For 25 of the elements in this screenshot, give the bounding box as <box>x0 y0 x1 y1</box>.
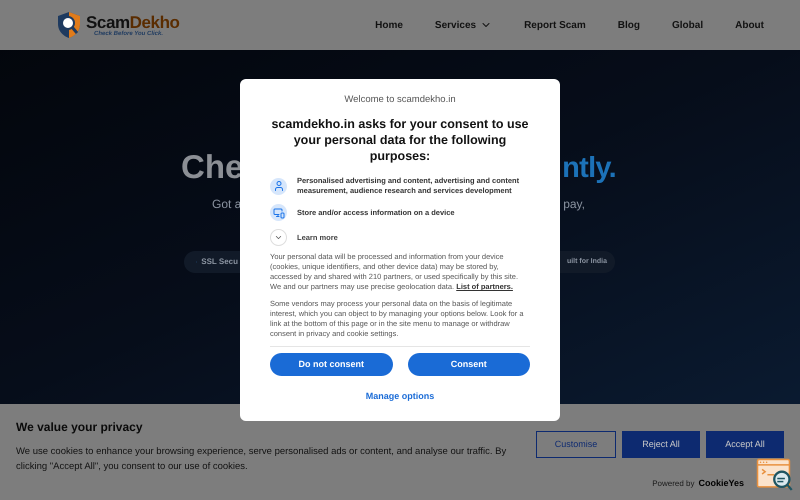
nav-link[interactable]: Report Scam <box>524 18 586 32</box>
badge-text: SSL Secu <box>201 256 238 268</box>
nav-link[interactable]: About <box>735 18 764 32</box>
cookieyes-logo: CookieYes <box>698 477 744 490</box>
nav-link[interactable]: Home <box>375 18 403 32</box>
nav-link[interactable]: Services <box>434 18 492 32</box>
cookie-button[interactable]: Accept All <box>706 431 784 458</box>
powered-by-text: Powered by <box>652 478 694 490</box>
browser-search-widget-icon[interactable] <box>756 458 794 493</box>
nav-link[interactable]: Blog <box>618 18 640 32</box>
nav-link[interactable]: Global <box>672 18 704 32</box>
consent-button[interactable]: Do not consent <box>270 353 392 376</box>
banner-text: We use cookies to enhance your browsing experience, serve personalised ads or content, and analyse our traffic. By clicking "Accept All", you consent to our use of cookies. <box>16 445 508 474</box>
dialog-welcome: Welcome to scamdekho.in <box>343 93 457 107</box>
logo-wordmark: ScamDekho <box>86 14 180 30</box>
shield-logo-icon <box>56 11 82 39</box>
cookie-button[interactable]: Reject All <box>622 431 700 458</box>
manage-options-link[interactable]: Manage options <box>366 390 434 404</box>
consent-button[interactable]: Consent <box>408 353 530 376</box>
dialog-title: scamdekho.in asks for your consent to use your personal data for the following purposes: <box>270 116 530 164</box>
hero-heading: Che <box>181 150 244 183</box>
hero-heading: ntly. <box>562 154 616 183</box>
banner-title: We value your privacy <box>16 419 144 436</box>
hero-subtitle: pay, <box>563 196 585 213</box>
customise-button[interactable]: Customise <box>536 431 616 458</box>
